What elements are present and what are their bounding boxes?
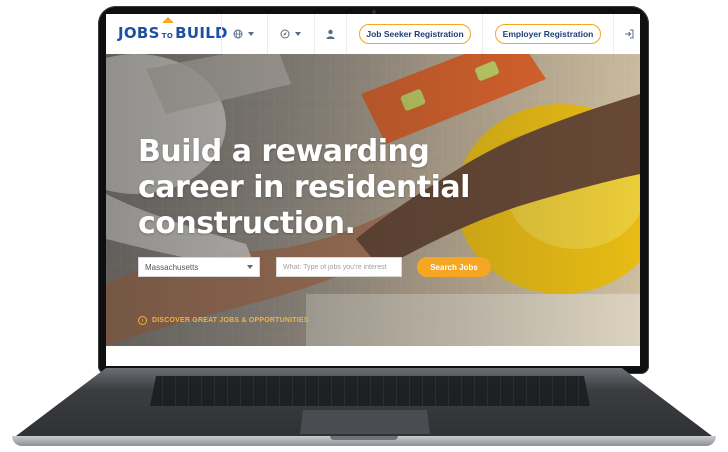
page-content-below-hero	[106, 346, 640, 366]
location-dropdown[interactable]	[280, 26, 301, 42]
logo-jobs: JOBS	[118, 24, 160, 42]
headline-line-3: construction.	[138, 206, 356, 241]
laptop-keyboard	[150, 376, 590, 406]
employer-registration-label: Employer Registration	[502, 29, 594, 39]
chevron-down-icon	[247, 265, 253, 269]
header-divider	[613, 14, 614, 54]
header-divider	[267, 14, 268, 54]
discover-jobs-link[interactable]: › DISCOVER GREAT JOBS & OPPORTUNITIES	[138, 316, 309, 325]
state-select[interactable]: Massachusetts	[138, 257, 260, 277]
search-jobs-label: Search Jobs	[430, 262, 478, 272]
laptop-screen: JOBS TO BUILD Job Seeker Registration Em…	[106, 14, 640, 366]
header-divider	[221, 14, 222, 54]
job-search-input[interactable]	[276, 257, 402, 277]
employer-registration-button[interactable]: Employer Registration	[495, 24, 601, 44]
sign-in-icon	[625, 29, 634, 39]
site-header: JOBS TO BUILD Job Seeker Registration Em…	[106, 14, 640, 55]
discover-jobs-label: DISCOVER GREAT JOBS & OPPORTUNITIES	[152, 317, 309, 324]
jobs-to-build-logo[interactable]: JOBS TO BUILD	[118, 17, 228, 42]
search-jobs-button[interactable]: Search Jobs	[417, 257, 491, 277]
compass-icon	[280, 29, 290, 39]
state-select-value: Massachusetts	[145, 262, 199, 272]
job-seeker-registration-label: Job Seeker Registration	[366, 29, 464, 39]
user-icon	[326, 29, 335, 39]
header-divider	[482, 14, 483, 54]
logo-to: TO	[161, 32, 174, 40]
language-dropdown[interactable]	[233, 26, 254, 42]
header-divider	[314, 14, 315, 54]
laptop-trackpad	[300, 410, 430, 434]
chevron-down-icon	[248, 32, 254, 36]
job-seeker-registration-button[interactable]: Job Seeker Registration	[359, 24, 471, 44]
account-button[interactable]	[326, 26, 335, 42]
header-divider	[346, 14, 347, 54]
laptop-opening-notch	[330, 436, 398, 440]
chevron-down-icon	[295, 32, 301, 36]
hero-headline: Build a rewarding career in residential …	[138, 134, 470, 242]
login-button[interactable]	[624, 26, 634, 42]
arrow-right-circle-icon: ›	[138, 316, 147, 325]
globe-icon	[233, 29, 243, 39]
logo-build: BUILD	[175, 24, 228, 42]
hero-section: Build a rewarding career in residential …	[106, 54, 640, 346]
headline-line-2: career in residential	[138, 170, 470, 205]
roof-icon	[162, 17, 174, 23]
headline-line-1: Build a rewarding	[138, 134, 430, 169]
